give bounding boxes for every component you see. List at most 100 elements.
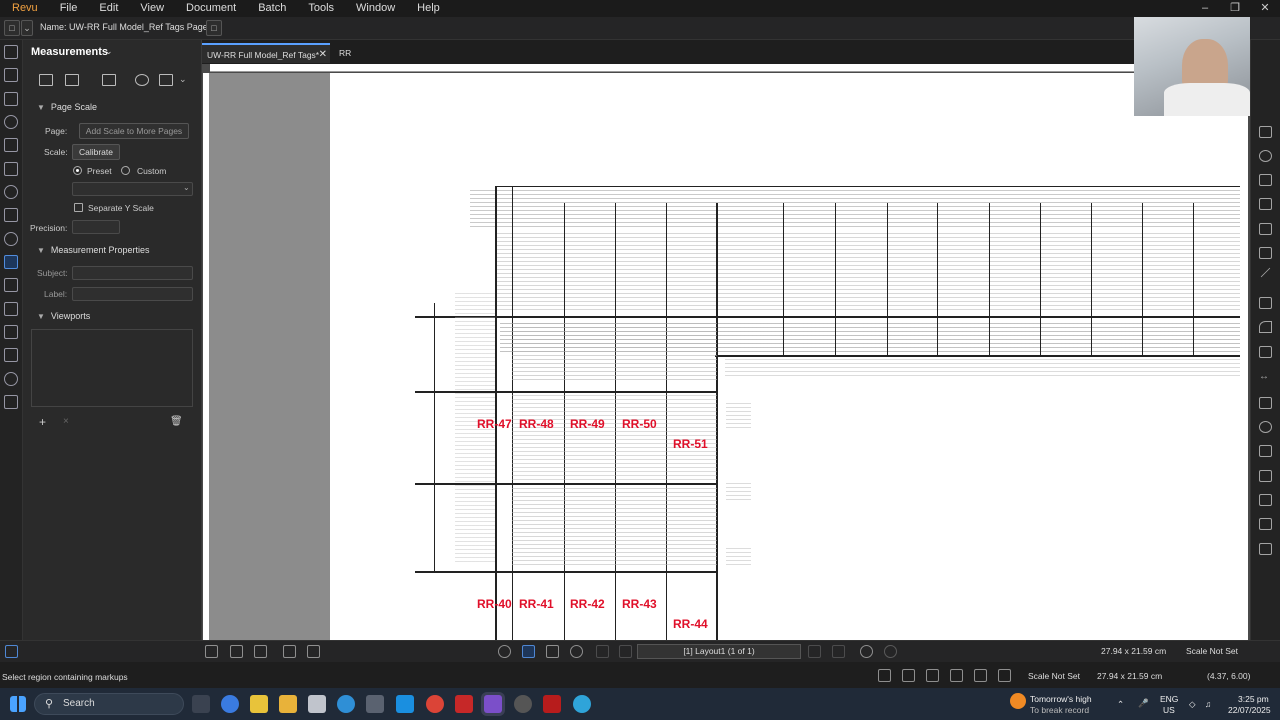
chrome-icon[interactable] — [426, 695, 444, 713]
sync-view-icon[interactable] — [998, 669, 1011, 682]
signatures-icon[interactable] — [4, 395, 18, 409]
fit-page-icon[interactable] — [307, 645, 320, 658]
previous-page-icon[interactable] — [619, 645, 632, 658]
first-page-icon[interactable] — [596, 645, 609, 658]
pen-tool-icon[interactable] — [1259, 346, 1272, 358]
previous-view-icon[interactable] — [860, 645, 873, 658]
scale-preset-select[interactable] — [72, 182, 193, 196]
label-field[interactable] — [72, 287, 193, 301]
area-tool-icon[interactable] — [102, 74, 116, 86]
single-page-icon[interactable] — [205, 645, 218, 658]
viewports-list[interactable] — [31, 329, 193, 407]
close-window-icon[interactable]: ✕ — [1250, 0, 1280, 17]
remove-icon[interactable]: × — [63, 416, 69, 427]
language-secondary[interactable]: US — [1163, 705, 1175, 715]
add-icon[interactable]: + — [39, 415, 46, 429]
pages-icon[interactable] — [4, 45, 18, 59]
snap-content-icon[interactable] — [926, 669, 939, 682]
bookmarks-icon[interactable] — [4, 92, 18, 106]
chevron-down-icon[interactable]: ⌄ — [179, 74, 193, 86]
chevron-down-icon[interactable]: ⌄ — [21, 20, 33, 36]
ref-tag[interactable]: RR-49 — [570, 417, 605, 431]
ref-tag[interactable]: RR-41 — [519, 597, 554, 611]
ref-tag[interactable]: RR-42 — [570, 597, 605, 611]
document-menu-icon[interactable]: □ — [4, 20, 20, 36]
select-text-icon[interactable] — [546, 645, 559, 658]
pan-hand-icon[interactable] — [498, 645, 511, 658]
next-page-icon[interactable] — [808, 645, 821, 658]
wps-icon[interactable] — [455, 695, 473, 713]
language-primary[interactable]: ENG — [1160, 694, 1178, 704]
file-explorer-icon[interactable] — [279, 695, 297, 713]
menu-tools[interactable]: Tools — [297, 0, 345, 17]
ref-tag[interactable]: RR-48 — [519, 417, 554, 431]
zoom-icon[interactable] — [570, 645, 583, 658]
polylength-tool-icon[interactable] — [65, 74, 79, 86]
network-icon[interactable]: ◇ — [1189, 699, 1196, 709]
crop-icon[interactable] — [1259, 518, 1272, 530]
chevron-up-icon[interactable]: ⌃ — [1117, 699, 1124, 709]
clock-date[interactable]: 22/07/2025 — [1228, 705, 1271, 715]
acrobat-icon[interactable] — [543, 695, 561, 713]
page-scale-section[interactable]: ▼ Page Scale — [37, 102, 97, 112]
sticky-notes-icon[interactable] — [250, 695, 268, 713]
file-access-icon[interactable] — [4, 348, 18, 362]
ref-tag[interactable]: RR-50 — [622, 417, 657, 431]
trash-icon[interactable]: 🗑 — [170, 416, 183, 427]
volume-icon[interactable]: ♫ — [1205, 699, 1211, 709]
split-horizontal-icon[interactable] — [254, 645, 267, 658]
grid-icon[interactable] — [878, 669, 891, 682]
image-icon[interactable] — [1259, 223, 1272, 235]
callout-icon[interactable] — [1259, 198, 1272, 210]
calibrate-button[interactable]: Calibrate — [72, 144, 120, 160]
snap-grid-icon[interactable] — [902, 669, 915, 682]
shape-icon[interactable] — [1259, 150, 1272, 162]
sync-icon[interactable] — [283, 645, 296, 658]
cloud-icon[interactable] — [1259, 470, 1272, 482]
chevron-down-icon[interactable]: ⌄ — [105, 46, 113, 57]
calculator-icon[interactable] — [366, 695, 384, 713]
thumbnails-icon[interactable] — [4, 68, 18, 82]
task-view-icon[interactable] — [192, 695, 210, 713]
precision-select[interactable] — [72, 220, 120, 234]
windows-start-icon[interactable] — [10, 696, 26, 712]
next-view-icon[interactable] — [884, 645, 897, 658]
ref-tag[interactable]: RR-43 — [622, 597, 657, 611]
highlight-icon[interactable] — [1259, 247, 1272, 259]
new-tab-icon[interactable]: □ — [206, 20, 222, 36]
ellipse-icon[interactable] — [1259, 421, 1272, 433]
forms-icon[interactable] — [4, 278, 18, 292]
settings-gear-icon[interactable] — [4, 232, 18, 246]
ref-tag[interactable]: RR-44 — [673, 617, 708, 631]
weather-title[interactable]: Tomorrow's high — [1030, 694, 1092, 704]
scale-not-set-status[interactable]: Scale Not Set — [1028, 671, 1080, 681]
dimension-icon[interactable]: ↔ — [1259, 371, 1272, 383]
snap-markup-icon[interactable] — [950, 669, 963, 682]
reuse-icon[interactable] — [974, 669, 987, 682]
markup-list-icon[interactable] — [1259, 126, 1272, 138]
arrow-icon[interactable] — [1259, 297, 1272, 309]
search-icon[interactable] — [4, 372, 18, 386]
menu-help[interactable]: Help — [406, 0, 451, 17]
restore-icon[interactable]: ❐ — [1220, 0, 1250, 17]
skype-icon[interactable] — [396, 695, 414, 713]
weather-subtitle[interactable]: To break record — [1030, 705, 1089, 715]
eraser-icon[interactable] — [1259, 494, 1272, 506]
diameter-tool-icon[interactable] — [135, 74, 149, 86]
viewports-section[interactable]: ▼ Viewports — [37, 311, 90, 321]
minimize-icon[interactable]: – — [1190, 0, 1220, 17]
drawing-sheet[interactable]: RR-47 RR-48 RR-49 RR-50 RR-51 RR-40 RR-4… — [330, 73, 1248, 640]
measurements-icon[interactable] — [4, 255, 18, 269]
separate-y-checkbox[interactable] — [74, 203, 83, 212]
add-scale-button[interactable]: Add Scale to More Pages — [79, 123, 189, 139]
menu-window[interactable]: Window — [345, 0, 406, 17]
edge-browser-icon[interactable] — [337, 695, 355, 713]
copilot-icon[interactable] — [221, 695, 239, 713]
subject-field[interactable] — [72, 266, 193, 280]
edge-beta-icon[interactable] — [573, 695, 591, 713]
last-page-icon[interactable] — [832, 645, 845, 658]
ref-tag[interactable]: RR-51 — [673, 437, 708, 451]
stamp-icon[interactable] — [1259, 174, 1272, 186]
preset-radio[interactable] — [73, 166, 82, 175]
markups-icon[interactable] — [4, 185, 18, 199]
